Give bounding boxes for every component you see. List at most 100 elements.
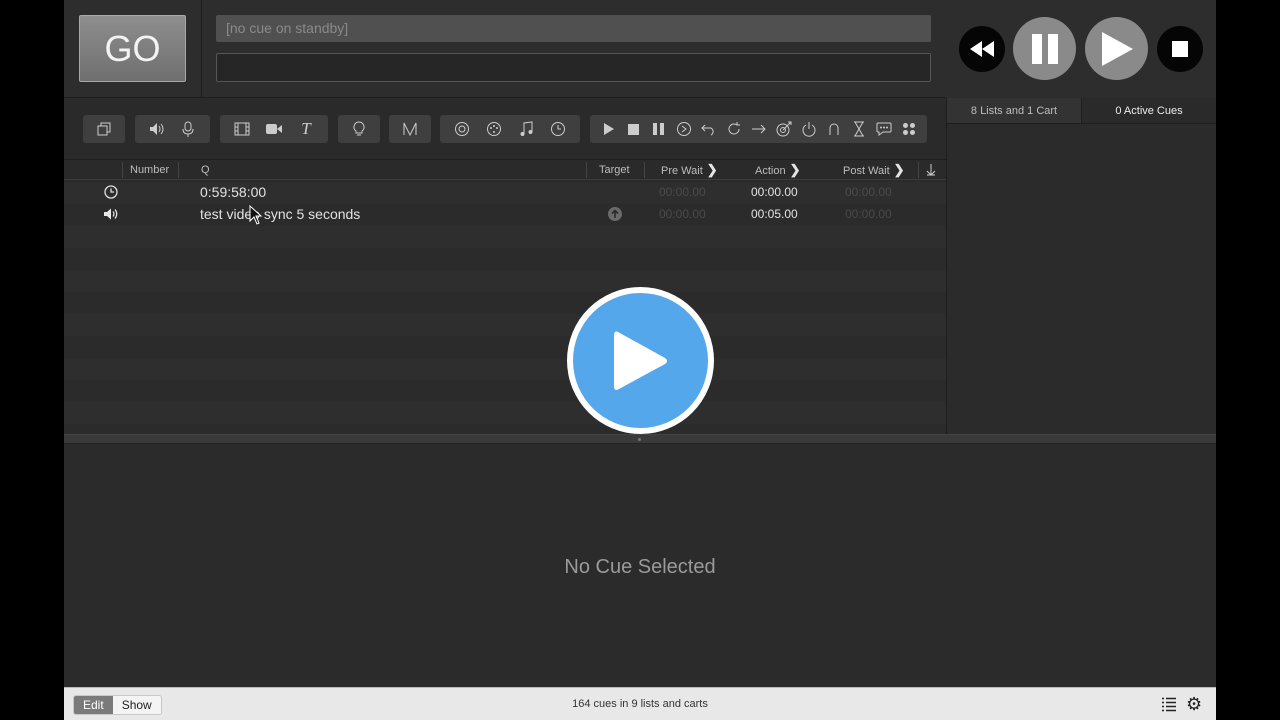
toolbar-group-video: T (220, 115, 328, 143)
cue-action[interactable]: 00:00.00 (751, 181, 798, 203)
network-cue-icon[interactable] (451, 118, 473, 140)
cue-list-header: Number Q Target Pre Wait ❯ Action ❯ Post W… (64, 160, 946, 180)
devamp-cue-icon[interactable] (723, 118, 745, 140)
stop-button[interactable] (1157, 26, 1203, 72)
edit-mode-button[interactable]: Edit (74, 696, 113, 714)
column-action-label: Action (755, 165, 786, 177)
column-action[interactable]: Action ❯ (755, 160, 800, 180)
status-bar: 164 cues in 9 lists and carts Edit Show … (64, 687, 1216, 720)
cue-list: Number Q Target Pre Wait ❯ Action ❯ Post W… (64, 160, 946, 434)
cue-post-wait[interactable]: 00:00.00 (845, 181, 892, 203)
text-cue-icon[interactable]: T (295, 118, 317, 140)
toolbar-group-fade (389, 115, 431, 143)
mic-cue-icon[interactable] (177, 118, 199, 140)
script-cue-icon[interactable] (898, 118, 920, 140)
clock-icon (104, 181, 118, 203)
goto-cue-icon[interactable] (748, 118, 770, 140)
gear-icon[interactable]: ⚙ (1186, 695, 1202, 713)
chevron-right-icon[interactable]: ❯ (707, 162, 718, 177)
tab-active-cues[interactable]: 0 Active Cues (1082, 98, 1216, 123)
cue-count-summary: 164 cues in 9 lists and carts (572, 698, 708, 710)
list-view-icon[interactable] (1161, 697, 1177, 717)
chevron-right-icon[interactable]: ❯ (894, 162, 905, 177)
column-post-wait-label: Post Wait (843, 165, 890, 177)
column-target[interactable]: Target (599, 160, 630, 180)
play-icon (1101, 31, 1133, 66)
rewind-button[interactable] (959, 26, 1005, 72)
table-row[interactable]: test video sync 5 seconds 00:00.00 00:05… (64, 203, 946, 225)
pause-cue-icon[interactable] (648, 118, 670, 140)
divider (586, 162, 587, 178)
video-play-button[interactable] (567, 287, 714, 434)
target-arrow-icon[interactable] (607, 203, 623, 225)
no-cue-selected-text: No Cue Selected (564, 556, 716, 578)
load-cue-icon[interactable] (673, 118, 695, 140)
reset-cue-icon[interactable] (698, 118, 720, 140)
music-note-icon[interactable] (515, 118, 537, 140)
cue-action[interactable]: 00:05.00 (751, 203, 798, 225)
lists-tabs: 8 Lists and 1 Cart 0 Active Cues (947, 98, 1216, 124)
start-cue-icon[interactable] (598, 118, 620, 140)
midi-cue-icon[interactable] (483, 118, 505, 140)
audio-cue-icon[interactable] (146, 118, 168, 140)
timecode-cue-icon[interactable] (547, 118, 569, 140)
pane-splitter[interactable] (64, 434, 1216, 444)
column-post-wait[interactable]: Post Wait ❯ (843, 160, 905, 180)
group-cue-icon[interactable] (93, 118, 115, 140)
memo-cue-icon[interactable] (873, 118, 895, 140)
toolbar-group-network (440, 115, 580, 143)
column-number[interactable]: Number (130, 160, 169, 180)
show-mode-button[interactable]: Show (112, 696, 161, 714)
divider (918, 162, 919, 178)
arm-cue-icon[interactable] (798, 118, 820, 140)
table-row[interactable]: 0:59:58:00 00:00.00 00:00.00 00:00.00 (64, 181, 946, 203)
divider (201, 0, 202, 98)
pause-button[interactable] (1013, 17, 1076, 80)
toolbar-group-audio (135, 115, 210, 143)
disarm-cue-icon[interactable] (823, 118, 845, 140)
mode-switch: Edit Show (73, 695, 162, 715)
column-q[interactable]: Q (201, 160, 210, 180)
continue-arrow-icon (926, 164, 936, 176)
column-pre-wait-label: Pre Wait (661, 165, 703, 177)
video-play-button-face (573, 293, 708, 428)
continue-mode-column[interactable] (926, 160, 936, 180)
inspector-pane: No Cue Selected (64, 444, 1216, 687)
stop-cue-icon[interactable] (623, 118, 645, 140)
divider (644, 162, 645, 178)
pause-icon (1031, 33, 1058, 64)
lists-panel: 8 Lists and 1 Cart 0 Active Cues (946, 98, 1216, 434)
cue-pre-wait[interactable]: 00:00.00 (659, 181, 706, 203)
cue-name[interactable]: 0:59:58:00 (200, 181, 266, 203)
target-cue-icon[interactable] (773, 118, 795, 140)
video-cue-icon[interactable] (231, 118, 253, 140)
go-area: GO [no cue on standby] (64, 0, 946, 98)
go-button[interactable]: GO (79, 15, 186, 82)
cue-name[interactable]: test video sync 5 seconds (200, 203, 360, 225)
splitter-handle[interactable] (638, 438, 641, 441)
cue-post-wait[interactable]: 00:00.00 (845, 203, 892, 225)
wait-cue-icon[interactable] (848, 118, 870, 140)
toolbar-group-group (83, 115, 125, 143)
stop-icon (1172, 41, 1188, 57)
play-icon (613, 331, 667, 390)
cue-pre-wait[interactable]: 00:00.00 (659, 203, 706, 225)
mouse-cursor-icon (249, 205, 263, 225)
toolbar-group-control (590, 115, 927, 143)
toolbar-group-light (338, 115, 380, 143)
standby-display: [no cue on standby] (216, 15, 931, 42)
camera-cue-icon[interactable] (263, 118, 285, 140)
fade-cue-icon[interactable] (399, 118, 421, 140)
column-pre-wait[interactable]: Pre Wait ❯ (661, 160, 718, 180)
notes-field[interactable] (216, 53, 931, 82)
chevron-right-icon[interactable]: ❯ (790, 162, 801, 177)
divider (122, 162, 123, 178)
cue-toolbar: T (64, 99, 946, 160)
light-cue-icon[interactable] (348, 118, 370, 140)
speaker-icon (103, 203, 119, 225)
divider (178, 162, 179, 178)
play-button[interactable] (1085, 17, 1148, 80)
rewind-icon (970, 41, 994, 57)
tab-lists-and-carts[interactable]: 8 Lists and 1 Cart (947, 98, 1082, 123)
transport-controls (946, 0, 1216, 98)
